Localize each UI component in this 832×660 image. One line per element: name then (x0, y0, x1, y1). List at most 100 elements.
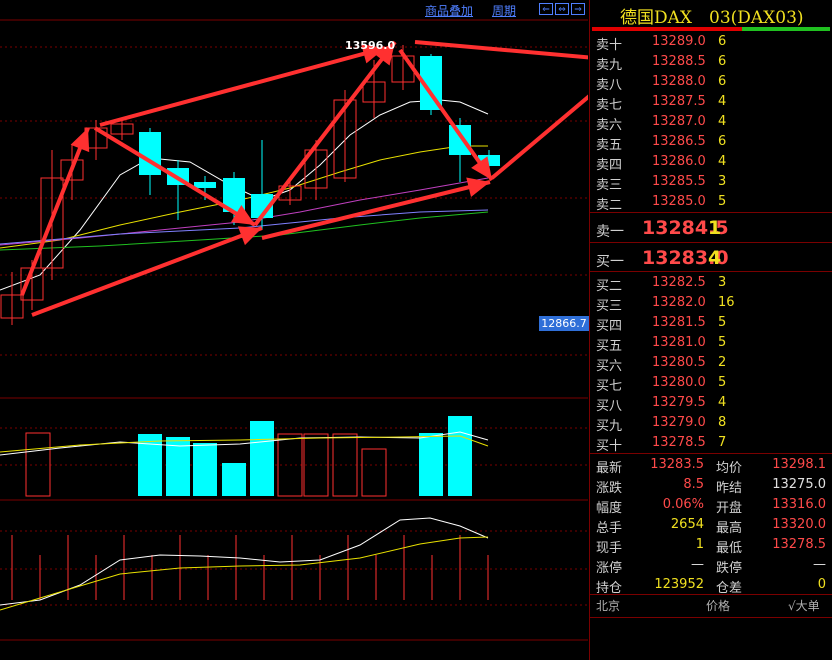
stat-item: 开盘 13316.0 (716, 495, 826, 516)
ask-label: 卖二 (596, 198, 623, 213)
ask-level-row[interactable]: 卖三 13285.5 3 (590, 172, 832, 193)
bid-level-row[interactable]: 买四 13281.5 5 (590, 313, 832, 334)
ask-level-1[interactable]: 卖一 13284.5 1 (590, 217, 832, 240)
divider (590, 453, 832, 454)
stat-item: 跌停 — (716, 555, 826, 576)
bid-label: 买二 (596, 279, 623, 294)
ask-level-row[interactable]: 卖四 13286.0 4 (590, 152, 832, 173)
ask-level-row[interactable]: 卖五 13286.5 6 (590, 132, 832, 153)
bid-level-1[interactable]: 买一 13283.0 4 (590, 247, 832, 270)
annotation-arrow-shaft (398, 48, 494, 182)
instrument-title-bar: 德国DAX 03(DAX03) (590, 0, 832, 31)
bid-level-row[interactable]: 买九 13279.0 8 (590, 413, 832, 434)
ask-price: 13285.5 (652, 174, 706, 189)
bid-level-row[interactable]: 买八 13279.5 4 (590, 393, 832, 414)
bid-level-row[interactable]: 买七 13280.0 5 (590, 373, 832, 394)
bid-label: 买四 (596, 319, 623, 334)
stat-key: 最低 (716, 541, 743, 556)
nav-left-button[interactable]: ⇐ (539, 3, 553, 15)
stat-value: 13316.0 (772, 497, 826, 512)
ask-level-row[interactable]: 卖八 13288.0 6 (590, 72, 832, 93)
bid-qty: 2 (718, 355, 727, 370)
stat-key: 幅度 (596, 501, 623, 516)
kline-chart-area[interactable]: 商品叠加 周期 ⇐ ⇔ ⇒ 13596.0 12866.7 (0, 0, 589, 660)
ask-qty: 4 (718, 114, 727, 129)
bid-qty: 4 (718, 395, 727, 410)
current-price-tag: 12866.7 (539, 316, 589, 331)
bid-label: 买三 (596, 299, 623, 314)
ask-price: 13288.5 (652, 54, 706, 69)
candle-body (449, 125, 471, 155)
bid-label: 买九 (596, 419, 623, 434)
big-order-toggle[interactable]: √大单 (788, 597, 820, 614)
volume-bar (361, 448, 387, 497)
bid-level-row[interactable]: 买六 13280.5 2 (590, 353, 832, 374)
indicator-line-yellow (0, 536, 489, 611)
stat-key: 总手 (596, 521, 623, 536)
ask-qty: 6 (718, 74, 727, 89)
ask-qty: 3 (718, 174, 727, 189)
divider (590, 617, 832, 618)
bid-price: 13282.0 (652, 295, 706, 310)
period-link[interactable]: 周期 (492, 2, 516, 19)
annotation-arrow-shaft (20, 127, 90, 296)
indicator-line-white (0, 517, 489, 606)
kline-chart[interactable] (0, 0, 588, 660)
ask-label: 卖四 (596, 158, 623, 173)
ask-qty: 6 (718, 54, 727, 69)
bid-level-row[interactable]: 买十 13278.5 7 (590, 433, 832, 454)
ask-price: 13289.0 (652, 34, 706, 49)
peak-price-label: 13596.0 (345, 39, 396, 52)
ask-price: 13285.0 (652, 194, 706, 209)
stat-item: 均价 13298.1 (716, 455, 826, 476)
stat-value: — (813, 557, 826, 572)
bid-price: 13281.0 (652, 335, 706, 350)
stat-item: 持仓 123952 (596, 575, 704, 596)
divider (590, 242, 832, 243)
ask-level-row[interactable]: 卖二 13285.0 5 (590, 192, 832, 213)
ask-level-row[interactable]: 卖七 13287.5 4 (590, 92, 832, 113)
stat-item: 昨结 13275.0 (716, 475, 826, 496)
stat-key: 均价 (716, 461, 743, 476)
ask-level-row[interactable]: 卖九 13288.5 6 (590, 52, 832, 73)
ask-price: 13288.0 (652, 74, 706, 89)
ask-level-row[interactable]: 卖十 13289.0 6 (590, 32, 832, 53)
bid-level-row[interactable]: 买五 13281.0 5 (590, 333, 832, 354)
volume-ma-white (0, 431, 489, 456)
stat-key: 开盘 (716, 501, 743, 516)
nav-zoom-button[interactable]: ⇔ (555, 3, 569, 15)
bid-price: 13278.5 (652, 435, 706, 450)
title-underline-green (742, 27, 830, 31)
nav-right-button[interactable]: ⇒ (571, 3, 585, 15)
bid-label: 买七 (596, 379, 623, 394)
bid-label: 买八 (596, 399, 623, 414)
stat-value: 13320.0 (772, 517, 826, 532)
ask-label: 卖七 (596, 98, 623, 113)
annotation-arrow-shaft (261, 180, 491, 240)
ask-label: 卖一 (596, 224, 624, 240)
ask-level-row[interactable]: 卖六 13287.0 4 (590, 112, 832, 133)
bid-qty: 3 (718, 275, 727, 290)
volume-bar (193, 443, 217, 496)
bid-level-row[interactable]: 买三 13282.0 16 (590, 293, 832, 314)
bid-level-row[interactable]: 买二 13282.5 3 (590, 273, 832, 294)
bid-price: 13279.5 (652, 395, 706, 410)
stat-item: 总手 2654 (596, 515, 704, 536)
stat-item: 最新 13283.5 (596, 455, 704, 476)
trade-location-header: 北京 (596, 599, 621, 613)
stat-value: 13298.1 (772, 457, 826, 472)
stat-value: — (691, 557, 704, 572)
ask-qty: 6 (718, 134, 727, 149)
ask-price: 13286.5 (652, 134, 706, 149)
quote-panel: 德国DAX 03(DAX03) 卖十 13289.0 6 卖九 13288.5 6 卖八 13… (589, 0, 832, 660)
overlay-link[interactable]: 商品叠加 (425, 2, 473, 19)
stat-value: 8.5 (683, 477, 704, 492)
bid-price: 13280.0 (652, 375, 706, 390)
bid-qty: 8 (718, 415, 727, 430)
volume-bar (250, 421, 274, 496)
bid-qty: 5 (718, 335, 727, 350)
stat-value: 13283.5 (650, 457, 704, 472)
ask-label: 卖三 (596, 178, 623, 193)
ask-price: 13286.0 (652, 154, 706, 169)
bid-qty: 5 (718, 375, 727, 390)
